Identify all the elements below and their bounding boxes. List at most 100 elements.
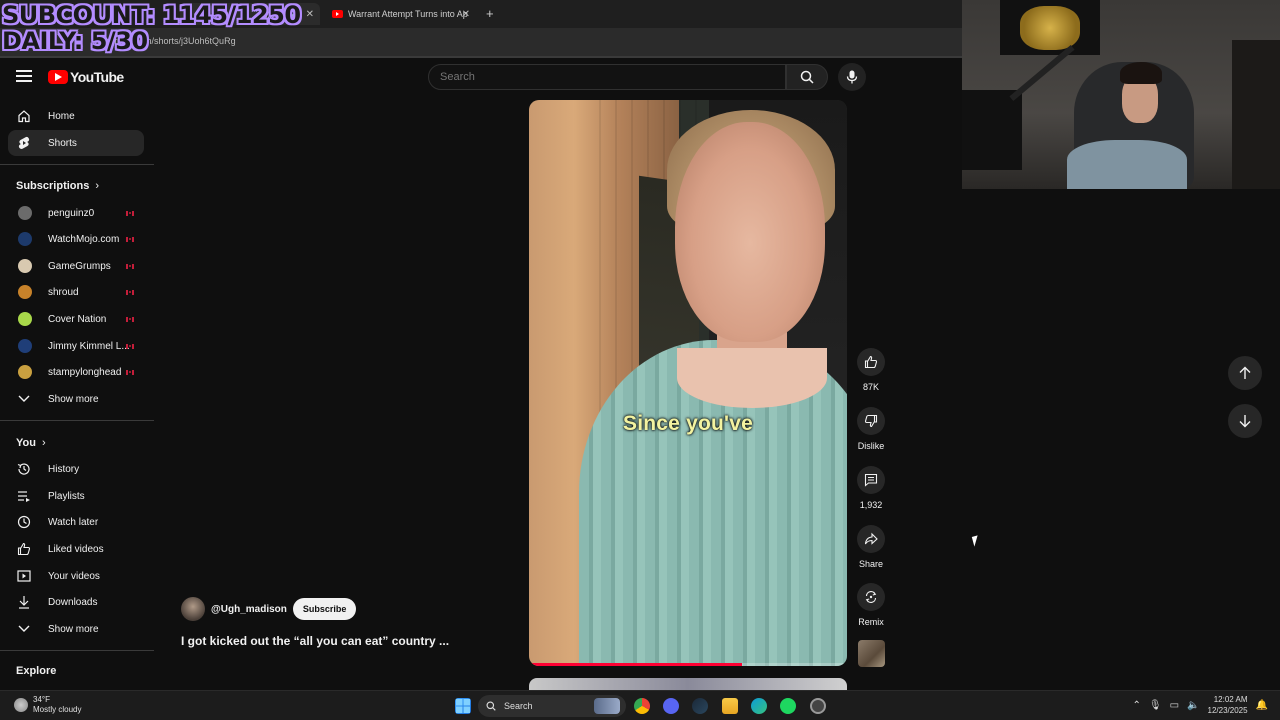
channel-name: WatchMojo.com xyxy=(48,233,120,245)
sidebar-item-home[interactable]: Home xyxy=(8,103,144,129)
microphone-icon[interactable]: 🎙 xyxy=(1149,700,1162,711)
sidebar-item-history[interactable]: History xyxy=(8,456,144,482)
webcam-overlay xyxy=(962,0,1280,189)
live-icon xyxy=(126,263,134,269)
sidebar-item-shorts[interactable]: Shorts xyxy=(8,130,144,156)
channel-name: Cover Nation xyxy=(48,313,107,325)
network-icon[interactable]: ▭ xyxy=(1170,700,1179,711)
file-explorer-icon[interactable] xyxy=(722,698,738,714)
weather-icon xyxy=(14,698,28,712)
chevron-up-icon[interactable]: ⌃ xyxy=(1133,700,1141,711)
remix-icon xyxy=(857,583,885,611)
watch-later-icon xyxy=(16,514,32,530)
live-icon xyxy=(126,369,134,375)
tab-title: Warrant Attempt Turns into Ap xyxy=(348,9,468,19)
previous-short-button[interactable] xyxy=(1228,356,1262,390)
search-input[interactable] xyxy=(429,65,785,89)
show-more-you[interactable]: Show more xyxy=(8,616,144,642)
edge-icon[interactable] xyxy=(751,698,767,714)
search-button[interactable] xyxy=(786,64,828,90)
explore-title: Explore xyxy=(16,665,57,677)
taskbar-search[interactable]: Search xyxy=(478,695,626,717)
subscription-item[interactable]: GameGrumps xyxy=(8,253,144,279)
subscription-item[interactable]: stampylonghead xyxy=(8,359,144,385)
channel-name: stampylonghead xyxy=(48,366,122,378)
discord-icon[interactable] xyxy=(663,698,679,714)
progress-fill xyxy=(529,663,743,666)
chevron-right-icon: › xyxy=(41,437,46,449)
audio-thumbnail[interactable] xyxy=(858,640,885,667)
dislike-button[interactable]: Dislike xyxy=(857,407,885,451)
windows-icon xyxy=(456,699,470,713)
channel-avatar xyxy=(18,259,32,273)
share-label: Share xyxy=(858,559,884,569)
sidebar-item-downloads[interactable]: Downloads xyxy=(8,589,144,615)
playlists-icon xyxy=(16,488,32,504)
like-button[interactable]: 87K xyxy=(857,348,885,392)
subscription-item[interactable]: Jimmy Kimmel L... xyxy=(8,333,144,359)
spotify-icon[interactable] xyxy=(780,698,796,714)
start-button[interactable] xyxy=(455,698,471,714)
subscribe-button[interactable]: Subscribe xyxy=(292,598,357,620)
youtube-favicon-icon xyxy=(332,10,343,18)
taskbar: 34°F Mostly cloudy Search ⌃ 🎙 ▭ 🔈 12:02 … xyxy=(0,690,1280,720)
weather-condition: Mostly cloudy xyxy=(33,705,82,714)
subscription-item[interactable]: WatchMojo.com xyxy=(8,226,144,252)
dislike-icon xyxy=(857,407,885,435)
history-icon xyxy=(16,461,32,477)
next-short-preview[interactable] xyxy=(529,678,847,690)
channel-avatar xyxy=(18,206,32,220)
you-header[interactable]: You › xyxy=(16,437,46,449)
subscriptions-header[interactable]: Subscriptions › xyxy=(16,180,99,192)
new-tab-icon[interactable]: + xyxy=(486,6,494,21)
comments-button[interactable]: 1,932 xyxy=(857,466,885,510)
search-field[interactable] xyxy=(428,64,786,90)
voice-search-button[interactable] xyxy=(838,63,866,91)
sidebar-item-label: Liked videos xyxy=(48,543,104,555)
channel-avatar xyxy=(18,285,32,299)
channel-name: GameGrumps xyxy=(48,260,111,272)
system-tray: ⌃ 🎙 ▭ 🔈 12:02 AM 12/23/2025 🔔 xyxy=(1125,694,1269,716)
browser-tab[interactable]: Warrant Attempt Turns into Ap ✕ xyxy=(326,3,476,25)
close-tab-icon[interactable]: ✕ xyxy=(306,9,314,20)
microphone-icon xyxy=(846,70,858,84)
subscriptions-title: Subscriptions xyxy=(16,180,90,192)
like-count: 87K xyxy=(862,382,879,392)
sidebar: Home Shorts Subscriptions › penguinz0 Wat… xyxy=(0,100,154,690)
home-icon xyxy=(16,108,32,124)
screen: yo 🔊 ✕ Warrant Attempt Turns into Ap ✕ +… xyxy=(0,0,1280,720)
weather-widget[interactable]: 34°F Mostly cloudy xyxy=(14,695,81,715)
subscription-item[interactable]: penguinz0 xyxy=(8,200,144,226)
short-title[interactable]: I got kicked out the “all you can eat” c… xyxy=(181,634,449,648)
sidebar-item-your-videos[interactable]: Your videos xyxy=(8,563,144,589)
sidebar-item-watch-later[interactable]: Watch later xyxy=(8,509,144,535)
date: 12/23/2025 xyxy=(1207,706,1248,715)
show-more-subscriptions[interactable]: Show more xyxy=(8,386,144,412)
steam-icon[interactable] xyxy=(692,698,708,714)
remix-button[interactable]: Remix xyxy=(857,583,885,627)
short-video-player[interactable]: Since you've xyxy=(529,100,847,666)
volume-icon[interactable]: 🔈 xyxy=(1187,700,1199,711)
arrow-down-icon xyxy=(1239,415,1251,428)
comment-icon xyxy=(857,466,885,494)
chrome-icon[interactable] xyxy=(634,698,650,714)
subscription-item[interactable]: Cover Nation xyxy=(8,306,144,332)
subscription-item[interactable]: shroud xyxy=(8,279,144,305)
video-progress-bar[interactable] xyxy=(529,663,847,666)
youtube-logo[interactable]: YouTube xyxy=(48,69,124,85)
next-short-button[interactable] xyxy=(1228,404,1262,438)
sidebar-item-liked-videos[interactable]: Liked videos xyxy=(8,536,144,562)
share-button[interactable]: Share xyxy=(857,525,885,569)
channel-handle[interactable]: @Ugh_madison xyxy=(211,604,287,615)
menu-icon[interactable] xyxy=(16,70,32,82)
clock[interactable]: 12:02 AM 12/23/2025 xyxy=(1208,694,1248,716)
youtube-play-icon xyxy=(48,70,68,84)
live-icon xyxy=(126,289,134,295)
channel-avatar[interactable] xyxy=(181,597,205,621)
balloon-decoration xyxy=(1000,0,1100,55)
close-tab-icon[interactable]: ✕ xyxy=(462,9,470,20)
channel-avatar xyxy=(18,339,32,353)
obs-icon[interactable] xyxy=(810,698,826,714)
notification-icon[interactable]: 🔔 xyxy=(1256,700,1268,711)
sidebar-item-playlists[interactable]: Playlists xyxy=(8,483,144,509)
